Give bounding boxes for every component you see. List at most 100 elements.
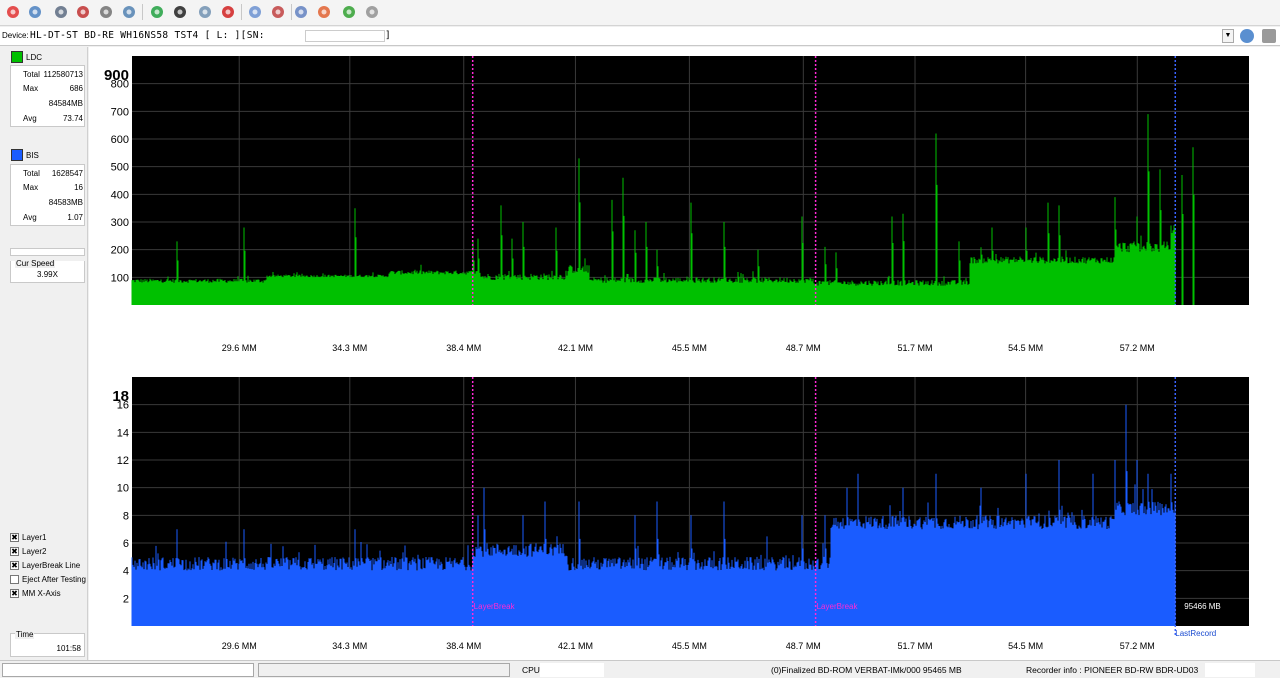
- globe-icon[interactable]: [171, 3, 189, 21]
- bis-size-row: 84583MB: [11, 196, 86, 210]
- check-icon[interactable]: [196, 3, 214, 21]
- ldc-max-label: Max: [23, 84, 39, 93]
- bis-end-size-label: 95466 MB: [1184, 602, 1220, 611]
- time-value: 101:58: [56, 644, 81, 653]
- option-label: Layer1: [22, 533, 47, 542]
- bis-layerbreak-label: LayerBreak: [817, 602, 859, 611]
- bis-y-tick-label: 12: [117, 455, 129, 467]
- status-message-cell: [2, 663, 254, 677]
- chart-icon[interactable]: [340, 3, 358, 21]
- bis-y-tick-label: 10: [117, 483, 129, 495]
- device-dropdown-button[interactable]: ▼: [1222, 29, 1234, 43]
- bis-x-tick-label: 57.2 MM: [1120, 641, 1155, 651]
- bis-max-label: Max: [23, 183, 39, 192]
- option-checkbox[interactable]: ✖: [10, 561, 19, 570]
- disc-info-icon[interactable]: [26, 3, 44, 21]
- bis-total-value: 1628547: [51, 169, 83, 178]
- ldc-y-max-label: 900: [104, 67, 129, 84]
- progress-panel: [10, 248, 85, 256]
- option-label: Layer2: [22, 547, 47, 556]
- ldc-y-tick-label: 500: [111, 162, 129, 174]
- ldc-x-tick-label: 34.3 MM: [332, 343, 367, 353]
- ldc-size-row: 84584MB: [11, 97, 86, 111]
- refresh-icon[interactable]: [148, 3, 166, 21]
- device-select[interactable]: HL-DT-ST BD-RE WH16NS58 TST4 [ L: ][SN:: [30, 30, 265, 41]
- bis-x-tick-label: 45.5 MM: [672, 641, 707, 651]
- chart-area: 100 200 300 400 500 600 700 800 900 29.6 MM 34.3 M…: [89, 47, 1280, 660]
- bis-x-tick-label: 38.4 MM: [446, 641, 481, 651]
- status-bar: CPU: (0)Finalized BD-ROM VERBAT-IMk/000 …: [0, 660, 1280, 678]
- bis-layerbreak-label: LayerBreak: [474, 602, 516, 611]
- ldc-x-tick-label: 29.6 MM: [222, 343, 257, 353]
- time-label: Time: [15, 630, 35, 639]
- ldc-y-tick-label: 700: [111, 106, 129, 118]
- bis-x-tick-label: 48.7 MM: [786, 641, 821, 651]
- ldc-avg-value: 73.74: [62, 114, 83, 123]
- disc-icon[interactable]: [97, 3, 115, 21]
- bis-y-tick-label: 14: [117, 427, 129, 439]
- option-checkbox[interactable]: [10, 575, 19, 584]
- bis-y-tick-label: 8: [123, 510, 129, 522]
- ldc-y-tick-label: 400: [111, 189, 129, 201]
- bis-avg-row: Avg 1.07: [11, 211, 86, 225]
- save-icon[interactable]: [1262, 29, 1276, 43]
- ldc-total-label: Total: [23, 70, 40, 79]
- stats-sidebar: LDC Total 112580713 Max 686 84584MB Avg 73.…: [0, 47, 88, 660]
- bis-max-row: Max 16: [11, 181, 86, 195]
- bis-legend-label: BIS: [26, 151, 39, 160]
- drive-icon[interactable]: [52, 3, 70, 21]
- ldc-x-tick-label: 42.1 MM: [558, 343, 593, 353]
- charts-svg: 10020030040050060070080090029.6 MM 34.3 M…: [104, 56, 1249, 651]
- status-progress-cell: [258, 663, 510, 677]
- disc-info: (0)Finalized BD-ROM VERBAT-IMk/000 95465…: [771, 665, 962, 675]
- bis-x-tick-label: 51.7 MM: [898, 641, 933, 651]
- ldc-legend-swatch: [11, 51, 23, 63]
- refresh-device-icon[interactable]: [1240, 29, 1254, 43]
- burn-icon[interactable]: [120, 3, 138, 21]
- recorder-info: Recorder info : PIONEER BD-RW BDR-UD03: [1026, 665, 1199, 675]
- bis-legend-swatch: [11, 149, 23, 161]
- ldc-x-tick-label: 54.5 MM: [1008, 343, 1043, 353]
- bis-max-value: 16: [74, 183, 83, 192]
- speed-panel: Cur Speed 3.99X: [10, 259, 85, 283]
- bis-y-max-label: 18: [112, 388, 129, 405]
- option-checkbox[interactable]: ✖: [10, 533, 19, 542]
- toolbar-separator: [142, 4, 143, 20]
- stop-icon[interactable]: [219, 3, 237, 21]
- option-label: MM X-Axis: [22, 589, 61, 598]
- recorder-extra: [1205, 663, 1255, 677]
- bis-size-value: 84583MB: [48, 198, 83, 207]
- bis-y-tick-label: 4: [123, 566, 129, 578]
- bis-stats-panel: Total 1628547 Max 16 84583MB Avg 1.07: [10, 164, 85, 226]
- ldc-x-tick-label: 45.5 MM: [672, 343, 707, 353]
- ldc-size-value: 84584MB: [48, 99, 83, 108]
- bis-x-tick-label: 54.5 MM: [1008, 641, 1043, 651]
- option-checkbox[interactable]: ✖: [10, 547, 19, 556]
- settings-icon[interactable]: [292, 3, 310, 21]
- option-checkbox[interactable]: ✖: [10, 589, 19, 598]
- power-icon[interactable]: [4, 3, 22, 21]
- speed-label: Cur Speed: [15, 259, 56, 268]
- ldc-stats-panel: Total 112580713 Max 686 84584MB Avg 73.74: [10, 65, 85, 127]
- toolbar-separator: [241, 4, 242, 20]
- device-label: Device:: [2, 31, 29, 40]
- ldc-total-row: Total 112580713: [11, 68, 86, 82]
- ldc-avg-row: Avg 73.74: [11, 112, 86, 126]
- bis-last-record-label: LastRecord: [1175, 629, 1216, 638]
- ldc-max-row: Max 686: [11, 82, 86, 96]
- erase-icon[interactable]: [74, 3, 92, 21]
- ldc-max-value: 686: [69, 84, 83, 93]
- palette-icon[interactable]: [315, 3, 333, 21]
- ldc-x-tick-label: 48.7 MM: [786, 343, 821, 353]
- time-panel: Time 101:58: [10, 630, 85, 657]
- device-bar: Device: HL-DT-ST BD-RE WH16NS58 TST4 [ L…: [0, 27, 1280, 46]
- bis-avg-label: Avg: [23, 213, 37, 222]
- clean-icon[interactable]: [363, 3, 381, 21]
- serial-number-field: [305, 30, 385, 42]
- eject-icon[interactable]: [269, 3, 287, 21]
- ldc-x-tick-label: 38.4 MM: [446, 343, 481, 353]
- bis-total-label: Total: [23, 169, 40, 178]
- ldc-avg-label: Avg: [23, 114, 37, 123]
- ldc-total-value: 112580713: [43, 70, 83, 79]
- bubble-icon[interactable]: [246, 3, 264, 21]
